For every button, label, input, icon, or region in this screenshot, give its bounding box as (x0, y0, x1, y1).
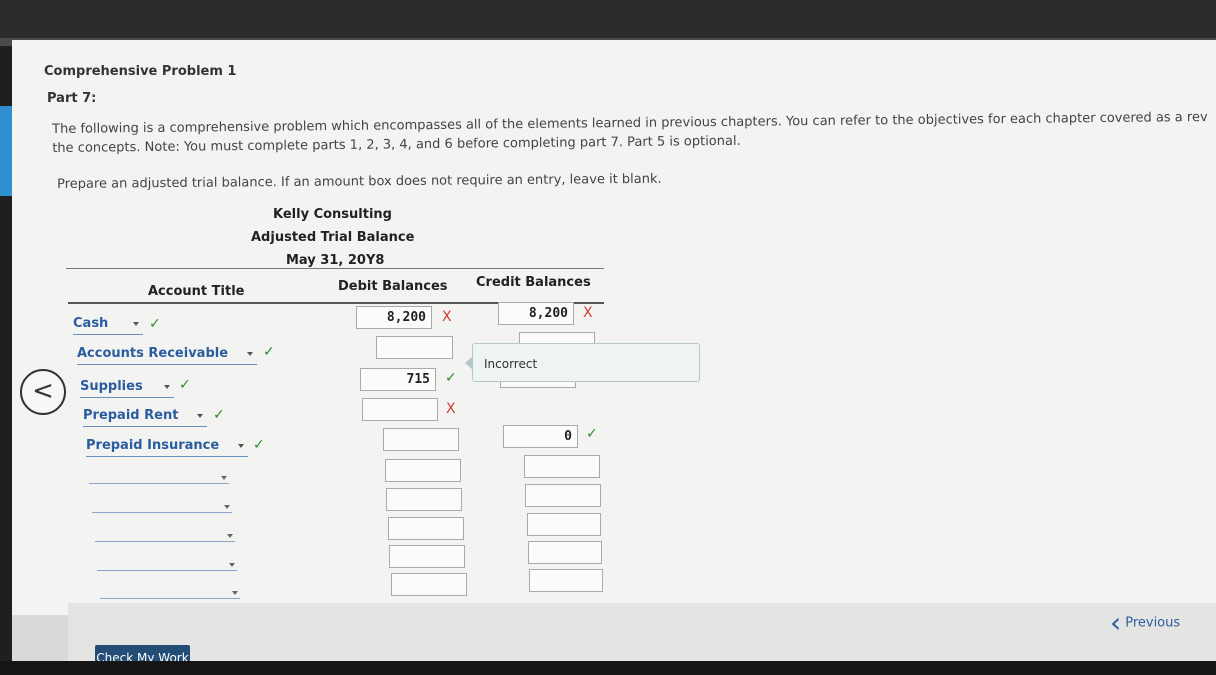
account-select-empty[interactable] (97, 557, 237, 571)
check-icon: ✓ (253, 437, 265, 453)
chevron-down-icon (133, 322, 139, 326)
check-icon: ✓ (263, 344, 275, 360)
feedback-tooltip: Incorrect (465, 343, 700, 382)
cross-icon: X (442, 309, 452, 325)
check-icon: ✓ (586, 426, 598, 442)
account-select-prepaid-insurance[interactable]: Prepaid Insurance (86, 438, 248, 457)
account-label: Prepaid Insurance (86, 438, 220, 453)
debit-input-empty[interactable] (385, 459, 461, 482)
chevron-down-icon (221, 476, 227, 480)
intro-text: The following is a comprehensive problem… (52, 108, 1208, 158)
debit-input-empty[interactable] (386, 488, 462, 511)
chevron-down-icon (247, 352, 253, 356)
previous-button[interactable]: ‹ Previous (1110, 606, 1181, 639)
chevron-left-icon: < (32, 376, 54, 406)
credit-input-empty[interactable] (525, 484, 601, 507)
account-select-accounts-receivable[interactable]: Accounts Receivable (77, 346, 257, 365)
check-icon: ✓ (213, 407, 225, 423)
credit-input-empty[interactable] (528, 541, 602, 564)
bottom-edge (0, 661, 1216, 675)
account-select-empty[interactable] (95, 528, 235, 542)
previous-label: Previous (1125, 615, 1181, 631)
statement-date: May 31, 20Y8 (286, 253, 385, 268)
nav-back-button[interactable]: < (20, 369, 66, 415)
chevron-down-icon (229, 563, 235, 567)
debit-input-empty[interactable] (389, 545, 465, 568)
chevron-down-icon (232, 591, 238, 595)
check-icon: ✓ (149, 316, 161, 332)
chevron-down-icon (197, 414, 203, 418)
account-label: Supplies (80, 379, 143, 394)
tooltip-notch (465, 356, 473, 370)
credit-input-empty[interactable] (529, 569, 603, 592)
credit-input-empty[interactable] (524, 455, 600, 478)
account-select-supplies[interactable]: Supplies (80, 379, 174, 398)
left-sidebar-strip (0, 46, 12, 675)
account-select-empty[interactable] (92, 499, 232, 513)
credit-input-empty[interactable] (527, 513, 601, 536)
tooltip-text: Incorrect (484, 357, 538, 371)
cross-icon: X (583, 305, 593, 321)
account-label: Prepaid Rent (83, 408, 179, 423)
account-label: Accounts Receivable (77, 346, 229, 361)
chevron-down-icon (224, 505, 230, 509)
debit-input-supplies[interactable]: 715 (360, 368, 436, 391)
debit-input-accounts-receivable[interactable] (376, 336, 453, 359)
debit-input-cash[interactable]: 8,200 (356, 306, 432, 329)
chevron-down-icon (164, 385, 170, 389)
credit-input-prepaid-insurance[interactable]: 0 (503, 425, 578, 448)
column-credit-balances: Credit Balances (476, 275, 591, 290)
header-rule-top (66, 268, 604, 269)
chevron-down-icon (238, 444, 244, 448)
check-icon: ✓ (179, 377, 191, 393)
part-label: Part 7: (47, 91, 97, 106)
account-select-empty[interactable] (100, 585, 240, 599)
statement-name: Adjusted Trial Balance (251, 230, 415, 245)
account-select-cash[interactable]: Cash (73, 316, 143, 335)
chevron-left-icon: ‹ (1110, 606, 1122, 639)
debit-input-empty[interactable] (391, 573, 467, 596)
check-icon: ✓ (445, 370, 457, 386)
account-label: Cash (73, 316, 109, 331)
account-select-empty[interactable] (89, 470, 229, 484)
company-name: Kelly Consulting (273, 207, 392, 222)
debit-input-prepaid-insurance[interactable] (383, 428, 459, 451)
debit-input-empty[interactable] (388, 517, 464, 540)
instruction-text: Prepare an adjusted trial balance. If an… (57, 171, 662, 192)
column-account-title: Account Title (148, 284, 245, 299)
problem-title: Comprehensive Problem 1 (44, 64, 237, 79)
cross-icon: X (446, 401, 456, 417)
column-debit-balances: Debit Balances (338, 279, 448, 294)
credit-input-cash[interactable]: 8,200 (498, 302, 574, 325)
debit-input-prepaid-rent[interactable] (362, 398, 438, 421)
chevron-down-icon (227, 534, 233, 538)
account-select-prepaid-rent[interactable]: Prepaid Rent (83, 408, 207, 427)
sidebar-accent (0, 106, 12, 196)
